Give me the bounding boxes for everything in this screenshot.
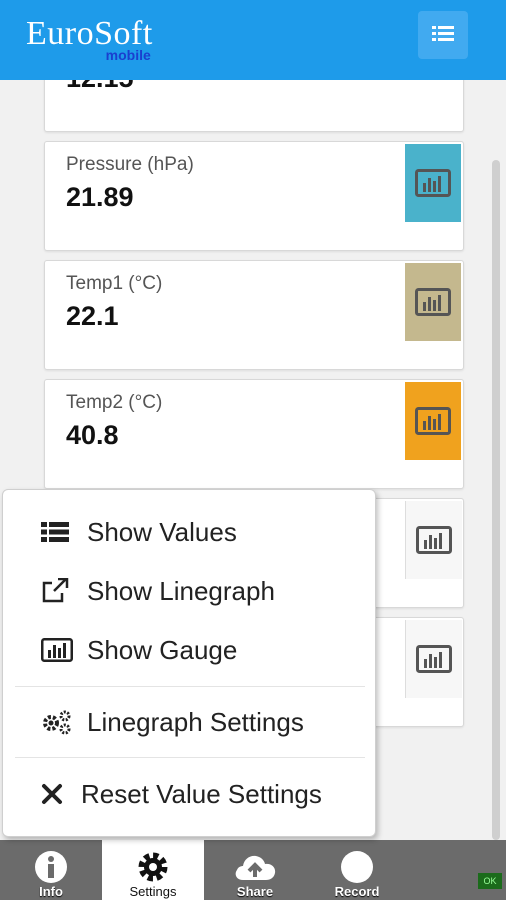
bar-chart-icon — [416, 526, 452, 554]
card-value: 21.89 — [66, 182, 134, 212]
settings-popup-menu: Show Values Show Linegraph Show Gauge Li… — [2, 489, 376, 837]
value-card-pressure[interactable]: Pressure (hPa) 21.89 — [44, 141, 464, 251]
card-label: Temp1 (°C) — [66, 273, 163, 294]
tab-settings[interactable]: Settings — [102, 840, 204, 900]
gauge-button[interactable] — [405, 382, 461, 460]
menu-divider — [15, 686, 365, 687]
eurosoft-logo: EuroSoft mobile — [26, 14, 153, 63]
menu-item-label: Reset Value Settings — [81, 778, 322, 809]
cloud-upload-icon — [204, 850, 306, 884]
close-icon — [41, 783, 75, 805]
record-icon — [306, 850, 408, 884]
value-card[interactable]: 12.15 — [44, 80, 464, 132]
list-icon — [41, 521, 75, 543]
menu-item-label: Show Gauge — [87, 634, 238, 665]
card-value: 12.15 — [66, 80, 134, 94]
gauge-button[interactable] — [405, 144, 461, 222]
bottom-tab-bar: Info Settings Share Record — [0, 840, 506, 900]
menu-button[interactable] — [418, 11, 468, 59]
app-header: EuroSoft mobile — [0, 0, 506, 80]
tab-label: Info — [39, 884, 63, 899]
logo-subtext: mobile — [105, 47, 151, 63]
gear-icon — [102, 850, 204, 884]
menu-item-label: Show Values — [87, 516, 237, 547]
menu-item-show-values[interactable]: Show Values — [3, 505, 375, 559]
tab-record[interactable]: Record — [306, 840, 408, 900]
external-link-icon — [41, 578, 75, 604]
bar-chart-icon — [41, 638, 75, 662]
menu-item-label: Linegraph Settings — [87, 706, 304, 737]
tab-label: Record — [334, 884, 380, 899]
menu-divider — [15, 757, 365, 758]
info-icon — [0, 850, 102, 884]
menu-item-show-gauge[interactable]: Show Gauge — [3, 623, 375, 677]
tab-share[interactable]: Share — [204, 840, 306, 900]
tab-label: Share — [236, 884, 274, 899]
gears-icon — [41, 709, 75, 735]
card-value: 40.8 — [66, 420, 119, 450]
gauge-button[interactable] — [405, 263, 461, 341]
value-card-temp2[interactable]: Temp2 (°C) 40.8 — [44, 379, 464, 489]
bar-chart-icon — [415, 169, 451, 197]
list-menu-icon — [432, 26, 454, 41]
tab-label: Settings — [129, 884, 177, 899]
gauge-button[interactable] — [405, 501, 462, 579]
menu-item-linegraph-settings[interactable]: Linegraph Settings — [3, 695, 375, 749]
value-card-temp1[interactable]: Temp1 (°C) 22.1 — [44, 260, 464, 370]
card-value: 22.1 — [66, 301, 119, 331]
menu-item-label: Show Linegraph — [87, 575, 275, 606]
menu-item-reset-value-settings[interactable]: Reset Value Settings — [3, 767, 375, 821]
gauge-button[interactable] — [405, 620, 462, 698]
scrollbar[interactable] — [492, 160, 500, 840]
menu-item-show-linegraph[interactable]: Show Linegraph — [3, 564, 375, 618]
status-badge: OK — [478, 873, 502, 889]
bar-chart-icon — [416, 645, 452, 673]
tab-info[interactable]: Info — [0, 840, 102, 900]
bar-chart-icon — [415, 288, 451, 316]
card-label: Temp2 (°C) — [66, 392, 163, 413]
bar-chart-icon — [415, 407, 451, 435]
card-label: Pressure (hPa) — [66, 154, 194, 175]
